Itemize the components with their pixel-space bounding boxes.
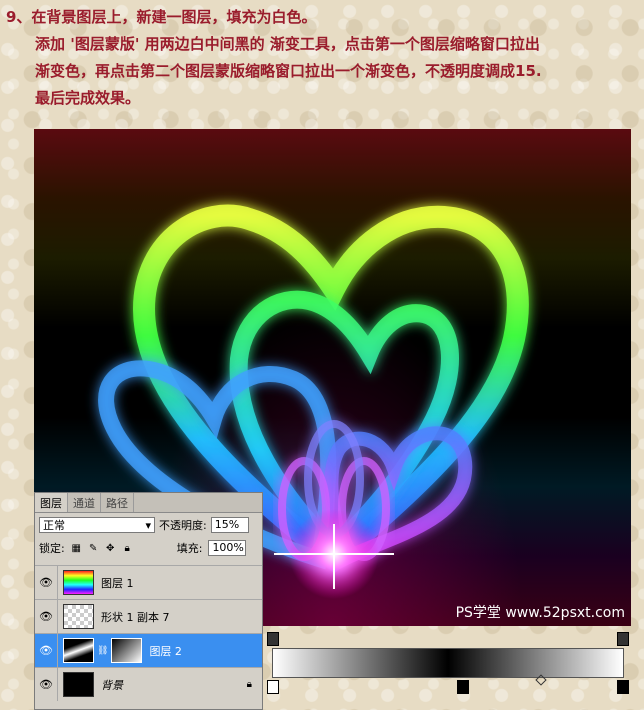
layer-name: 背景: [101, 678, 123, 692]
lock-transparent-icon[interactable]: ▦: [71, 543, 82, 554]
watermark-text: PS学堂 www.52psxt.com: [455, 605, 625, 621]
lock-fill-row: 锁定: ▦ ✎ ✥ 🔒︎ 填充: 100%: [35, 537, 262, 559]
lock-icon: 🔒︎: [246, 679, 252, 690]
layer-row-4[interactable]: 👁︎ 背景 🔒︎: [35, 667, 262, 701]
fill-label: 填充:: [176, 542, 203, 555]
tutorial-text: 9、在背景图层上，新建一图层，填充为白色。 添加 '图层蒙版' 用两边白中间黑的…: [6, 4, 636, 112]
layer-row-2[interactable]: 👁︎ 形状 1 副本 7: [35, 599, 262, 633]
panel-tabs: 图层 通道 路径: [35, 493, 262, 513]
lock-all-icon[interactable]: 🔒︎: [122, 543, 133, 554]
blend-mode-value: 正常: [43, 519, 65, 532]
layer-row-3[interactable]: 👁︎ ⛓︎ 图层 2: [35, 633, 262, 667]
opacity-field[interactable]: 15%: [210, 517, 249, 533]
eye-icon[interactable]: 👁︎: [35, 634, 58, 667]
eye-icon[interactable]: 👁︎: [35, 668, 58, 701]
blend-opacity-row: 正常 ▾ 不透明度: 15%: [35, 513, 262, 537]
lock-label: 锁定:: [39, 542, 65, 555]
layers-panel: 图层 通道 路径 正常 ▾ 不透明度: 15% 锁定: ▦ ✎ ✥ 🔒︎ 填充:…: [34, 492, 263, 710]
step-line-3: 最后完成效果。: [35, 89, 141, 107]
eye-icon[interactable]: 👁︎: [35, 566, 58, 599]
opacity-stop-left[interactable]: [267, 632, 279, 646]
tab-channels[interactable]: 通道: [68, 493, 101, 512]
layer-thumbnail: [63, 638, 94, 663]
chevron-down-icon: ▾: [145, 518, 151, 532]
color-stop-right[interactable]: [617, 680, 629, 694]
layer-name: 图层 2: [149, 644, 182, 658]
color-stop-left[interactable]: [267, 680, 279, 694]
gradient-bar: [272, 648, 624, 678]
layer-thumbnail: [63, 604, 94, 629]
layers-list: 👁︎ 图层 1 👁︎ 形状 1 副本 7 👁︎ ⛓︎ 图层 2 👁︎ 背景 🔒︎: [35, 565, 262, 701]
color-stop-middle[interactable]: [457, 680, 469, 694]
gradient-editor: [267, 630, 631, 708]
layer-name: 形状 1 副本 7: [101, 610, 170, 624]
lock-paint-icon[interactable]: ✎: [88, 543, 99, 554]
step-heading: 9、在背景图层上，新建一图层，填充为白色。: [6, 8, 317, 26]
step-line-2: 渐变色，再点击第二个图层蒙版缩略窗口拉出一个渐变色，不透明度调成15.: [35, 62, 542, 80]
opacity-stop-right[interactable]: [617, 632, 629, 646]
layer-name: 图层 1: [101, 576, 134, 590]
lock-position-icon[interactable]: ✥: [105, 543, 116, 554]
tab-layers[interactable]: 图层: [35, 493, 68, 512]
layer-row-1[interactable]: 👁︎ 图层 1: [35, 565, 262, 599]
fill-field[interactable]: 100%: [208, 540, 247, 556]
layer-thumbnail: [63, 570, 94, 595]
tab-paths[interactable]: 路径: [101, 493, 134, 512]
chain-link-icon[interactable]: ⛓︎: [97, 646, 108, 656]
blend-mode-select[interactable]: 正常 ▾: [39, 517, 155, 533]
eye-icon[interactable]: 👁︎: [35, 600, 58, 633]
layer-mask-thumbnail[interactable]: [111, 638, 143, 663]
step-line-1: 添加 '图层蒙版' 用两边白中间黑的 渐变工具，点击第一个图层缩略窗口拉出: [35, 35, 540, 53]
layer-thumbnail: [63, 672, 94, 697]
opacity-label: 不透明度:: [159, 519, 207, 532]
